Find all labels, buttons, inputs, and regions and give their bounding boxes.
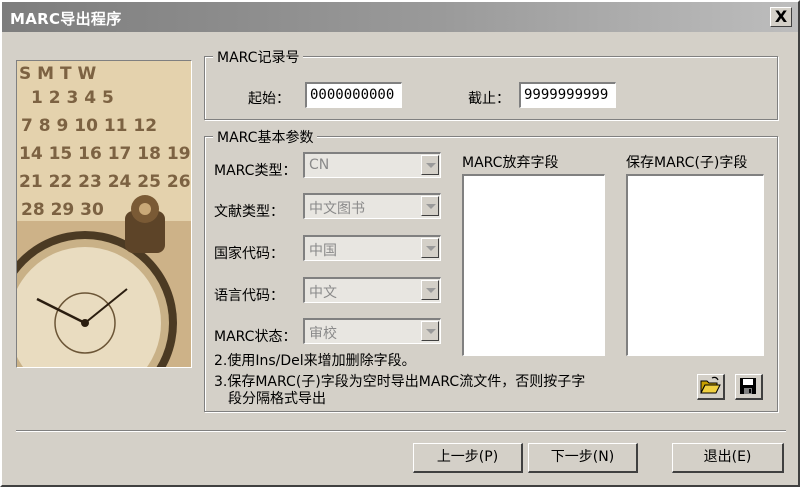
keep-fields-list[interactable] [626,174,764,356]
marc-type-label: MARC类型： [214,163,297,179]
start-record-input[interactable]: 0000000000 [305,82,402,108]
doc-type-label: 文献类型： [214,204,284,220]
calendar-row-4: 21 22 23 24 25 26 [19,172,191,192]
floppy-save-icon [740,378,756,394]
keep-fields-label: 保存MARC(子)字段 [626,155,748,171]
exit-button[interactable]: 退出(E) [672,443,784,473]
doc-type-select[interactable]: 中文图书 [303,193,441,219]
note-keep-empty-line1: 3.保存MARC(子)字段为空时导出MARC流文件，否则按子字 [214,374,586,390]
marc-type-select[interactable]: CN [303,152,441,178]
marc-status-value: 审校 [309,326,337,342]
next-step-button[interactable]: 下一步(N) [528,443,638,473]
save-file-button[interactable] [735,374,763,400]
calendar-row-5: 28 29 30 [21,200,104,220]
doc-type-value: 中文图书 [309,201,365,217]
close-button[interactable]: X [770,7,792,27]
end-label: 截止： [468,91,510,107]
record-group-title: MARC记录号 [213,47,304,67]
chevron-down-icon[interactable] [421,280,439,300]
photo-illustration: S M T W 1 2 3 4 5 7 8 9 10 11 12 14 15 1… [17,61,191,367]
open-file-button[interactable] [697,374,725,400]
calendar-row-1: 1 2 3 4 5 [31,88,114,108]
start-label: 起始： [248,91,290,107]
calendar-watch-image: S M T W 1 2 3 4 5 7 8 9 10 11 12 14 15 1… [16,60,192,368]
country-code-label: 国家代码： [214,246,284,262]
chevron-down-icon[interactable] [421,155,439,175]
calendar-weekdays: S M T W [19,64,97,84]
window-title: MARC导出程序 [10,10,122,28]
calendar-row-2: 7 8 9 10 11 12 [21,116,157,136]
marc-status-select[interactable]: 审校 [303,318,441,344]
marc-type-value: CN [309,157,330,173]
chevron-down-icon[interactable] [421,196,439,216]
discard-fields-label: MARC放弃字段 [462,155,559,171]
prev-step-button[interactable]: 上一步(P) [413,443,523,473]
note-keep-empty-line2: 段分隔格式导出 [228,391,326,407]
discard-fields-list[interactable] [462,174,605,356]
chevron-down-icon[interactable] [421,238,439,258]
title-bar: MARC导出程序 X [2,2,798,32]
marc-status-label: MARC状态： [214,329,297,345]
language-code-value: 中文 [309,285,337,301]
params-group-title: MARC基本参数 [213,127,318,147]
country-code-value: 中国 [309,243,337,259]
language-code-label: 语言代码： [214,288,284,304]
end-record-input[interactable]: 9999999999 [519,82,616,108]
marc-export-window: MARC导出程序 X S M T W 1 2 3 4 5 7 8 9 10 11… [0,0,800,487]
separator-line [16,430,786,432]
country-code-select[interactable]: 中国 [303,235,441,261]
language-code-select[interactable]: 中文 [303,277,441,303]
calendar-row-3: 14 15 16 17 18 19 [19,144,191,164]
chevron-down-icon[interactable] [421,321,439,341]
note-ins-del: 2.使用Ins/Del来增加删除字段。 [214,353,416,369]
folder-open-icon [700,376,721,394]
